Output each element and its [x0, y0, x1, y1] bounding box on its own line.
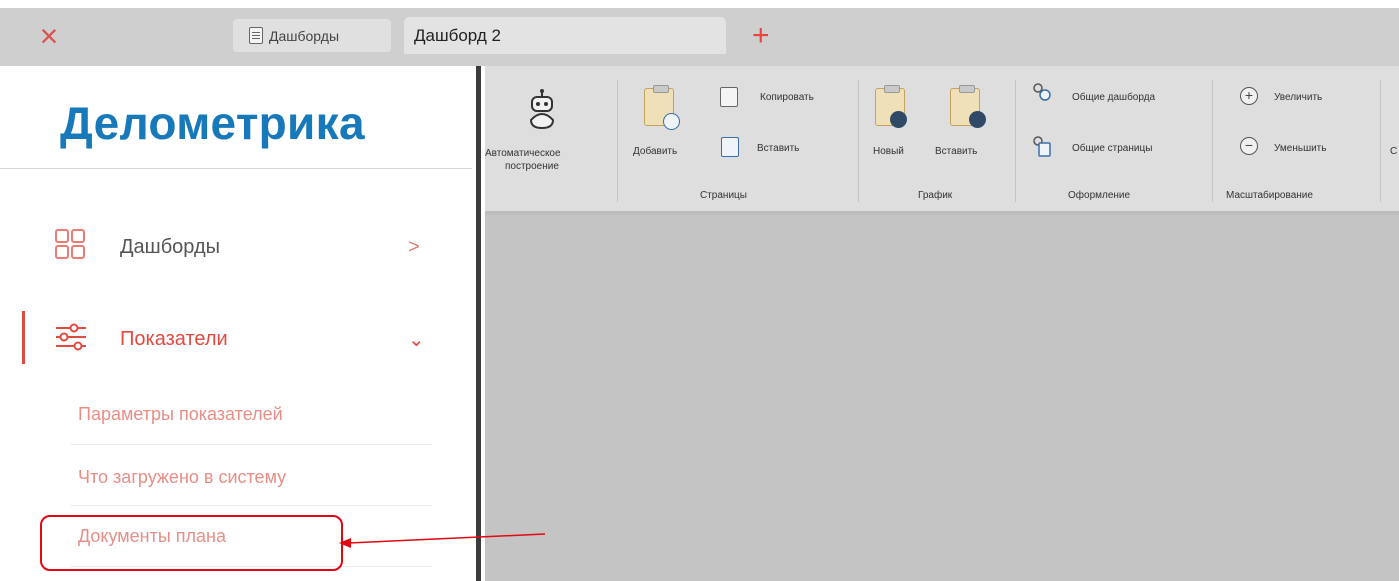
sidebar-item-indicators[interactable]: Показатели ⌄ — [0, 314, 472, 364]
auto-build-label[interactable]: Автоматическое — [485, 148, 561, 159]
divider — [70, 505, 432, 506]
robot-icon[interactable] — [527, 88, 557, 137]
paste-chart-icon[interactable] — [950, 85, 986, 128]
separator — [1380, 80, 1381, 202]
sidebar: Делометрика Дашборды > Показатели ⌄ Пара… — [0, 66, 472, 581]
top-strip — [0, 0, 1399, 8]
zoom-in-icon[interactable]: + — [1240, 87, 1258, 105]
chevron-down-icon: ⌄ — [408, 328, 425, 351]
separator — [617, 80, 618, 202]
dashboard-canvas[interactable] — [485, 215, 1399, 581]
shared-pages-icon[interactable] — [1032, 135, 1052, 162]
separator — [1212, 80, 1213, 202]
sidebar-item-label: Дашборды — [120, 235, 220, 258]
close-icon[interactable]: × — [32, 20, 66, 54]
tab-dashboard-2-label: Дашборд 2 — [414, 25, 501, 45]
sidebar-item-dashboards[interactable]: Дашборды > — [0, 222, 472, 272]
separator — [858, 80, 859, 202]
tab-dashboards[interactable]: Дашборды — [233, 19, 391, 52]
divider — [70, 444, 432, 445]
shared-dashboards-icon[interactable] — [1032, 82, 1052, 107]
zoom-in-button[interactable]: Увеличить — [1274, 92, 1322, 103]
tab-bar: × Дашборды Дашборд 2 + — [0, 0, 1399, 66]
add-tab-icon[interactable]: + — [752, 21, 770, 51]
panel-splitter[interactable] — [472, 66, 485, 581]
tab-dashboards-label: Дашборды — [269, 27, 339, 44]
sidebar-item-label: Показатели — [120, 327, 228, 350]
paste-icon[interactable] — [721, 137, 739, 157]
zoom-out-icon[interactable]: − — [1240, 137, 1258, 155]
tab-dashboard-2[interactable]: Дашборд 2 — [404, 17, 726, 54]
shared-pages-button[interactable]: Общие страницы — [1072, 143, 1152, 154]
shared-dashboards-button[interactable]: Общие дашборда — [1072, 92, 1155, 103]
copy-page-button[interactable]: Копировать — [760, 92, 814, 103]
highlight-annotation — [40, 515, 343, 571]
add-page-button[interactable]: Добавить — [633, 146, 677, 157]
subitem-loaded-data[interactable]: Что загружено в систему — [78, 467, 286, 488]
chevron-right-icon: > — [408, 235, 420, 258]
new-chart-icon[interactable] — [875, 85, 907, 128]
sliders-icon — [54, 320, 88, 359]
new-chart-button[interactable]: Новый — [873, 146, 904, 157]
copy-icon[interactable] — [720, 87, 738, 107]
grid-icon — [54, 228, 88, 267]
group-design-label: Оформление — [1068, 190, 1131, 201]
group-chart-label: График — [918, 190, 953, 201]
divider — [0, 168, 472, 169]
separator — [1015, 80, 1016, 202]
zoom-out-button[interactable]: Уменьшить — [1274, 143, 1326, 154]
paste-page-button[interactable]: Вставить — [757, 143, 799, 154]
auto-build-label-2: построение — [505, 161, 559, 172]
subitem-indicator-params[interactable]: Параметры показателей — [78, 404, 283, 425]
clipboard-add-icon[interactable] — [644, 85, 680, 130]
paste-chart-button[interactable]: Вставить — [935, 146, 977, 157]
overflow-label[interactable]: С — [1390, 146, 1397, 157]
group-zoom-label: Масштабирование — [1226, 190, 1313, 201]
group-pages-label: Страницы — [700, 190, 747, 201]
logo: Делометрика — [60, 97, 365, 149]
document-icon — [249, 27, 263, 44]
arrow-annotation — [339, 533, 546, 548]
